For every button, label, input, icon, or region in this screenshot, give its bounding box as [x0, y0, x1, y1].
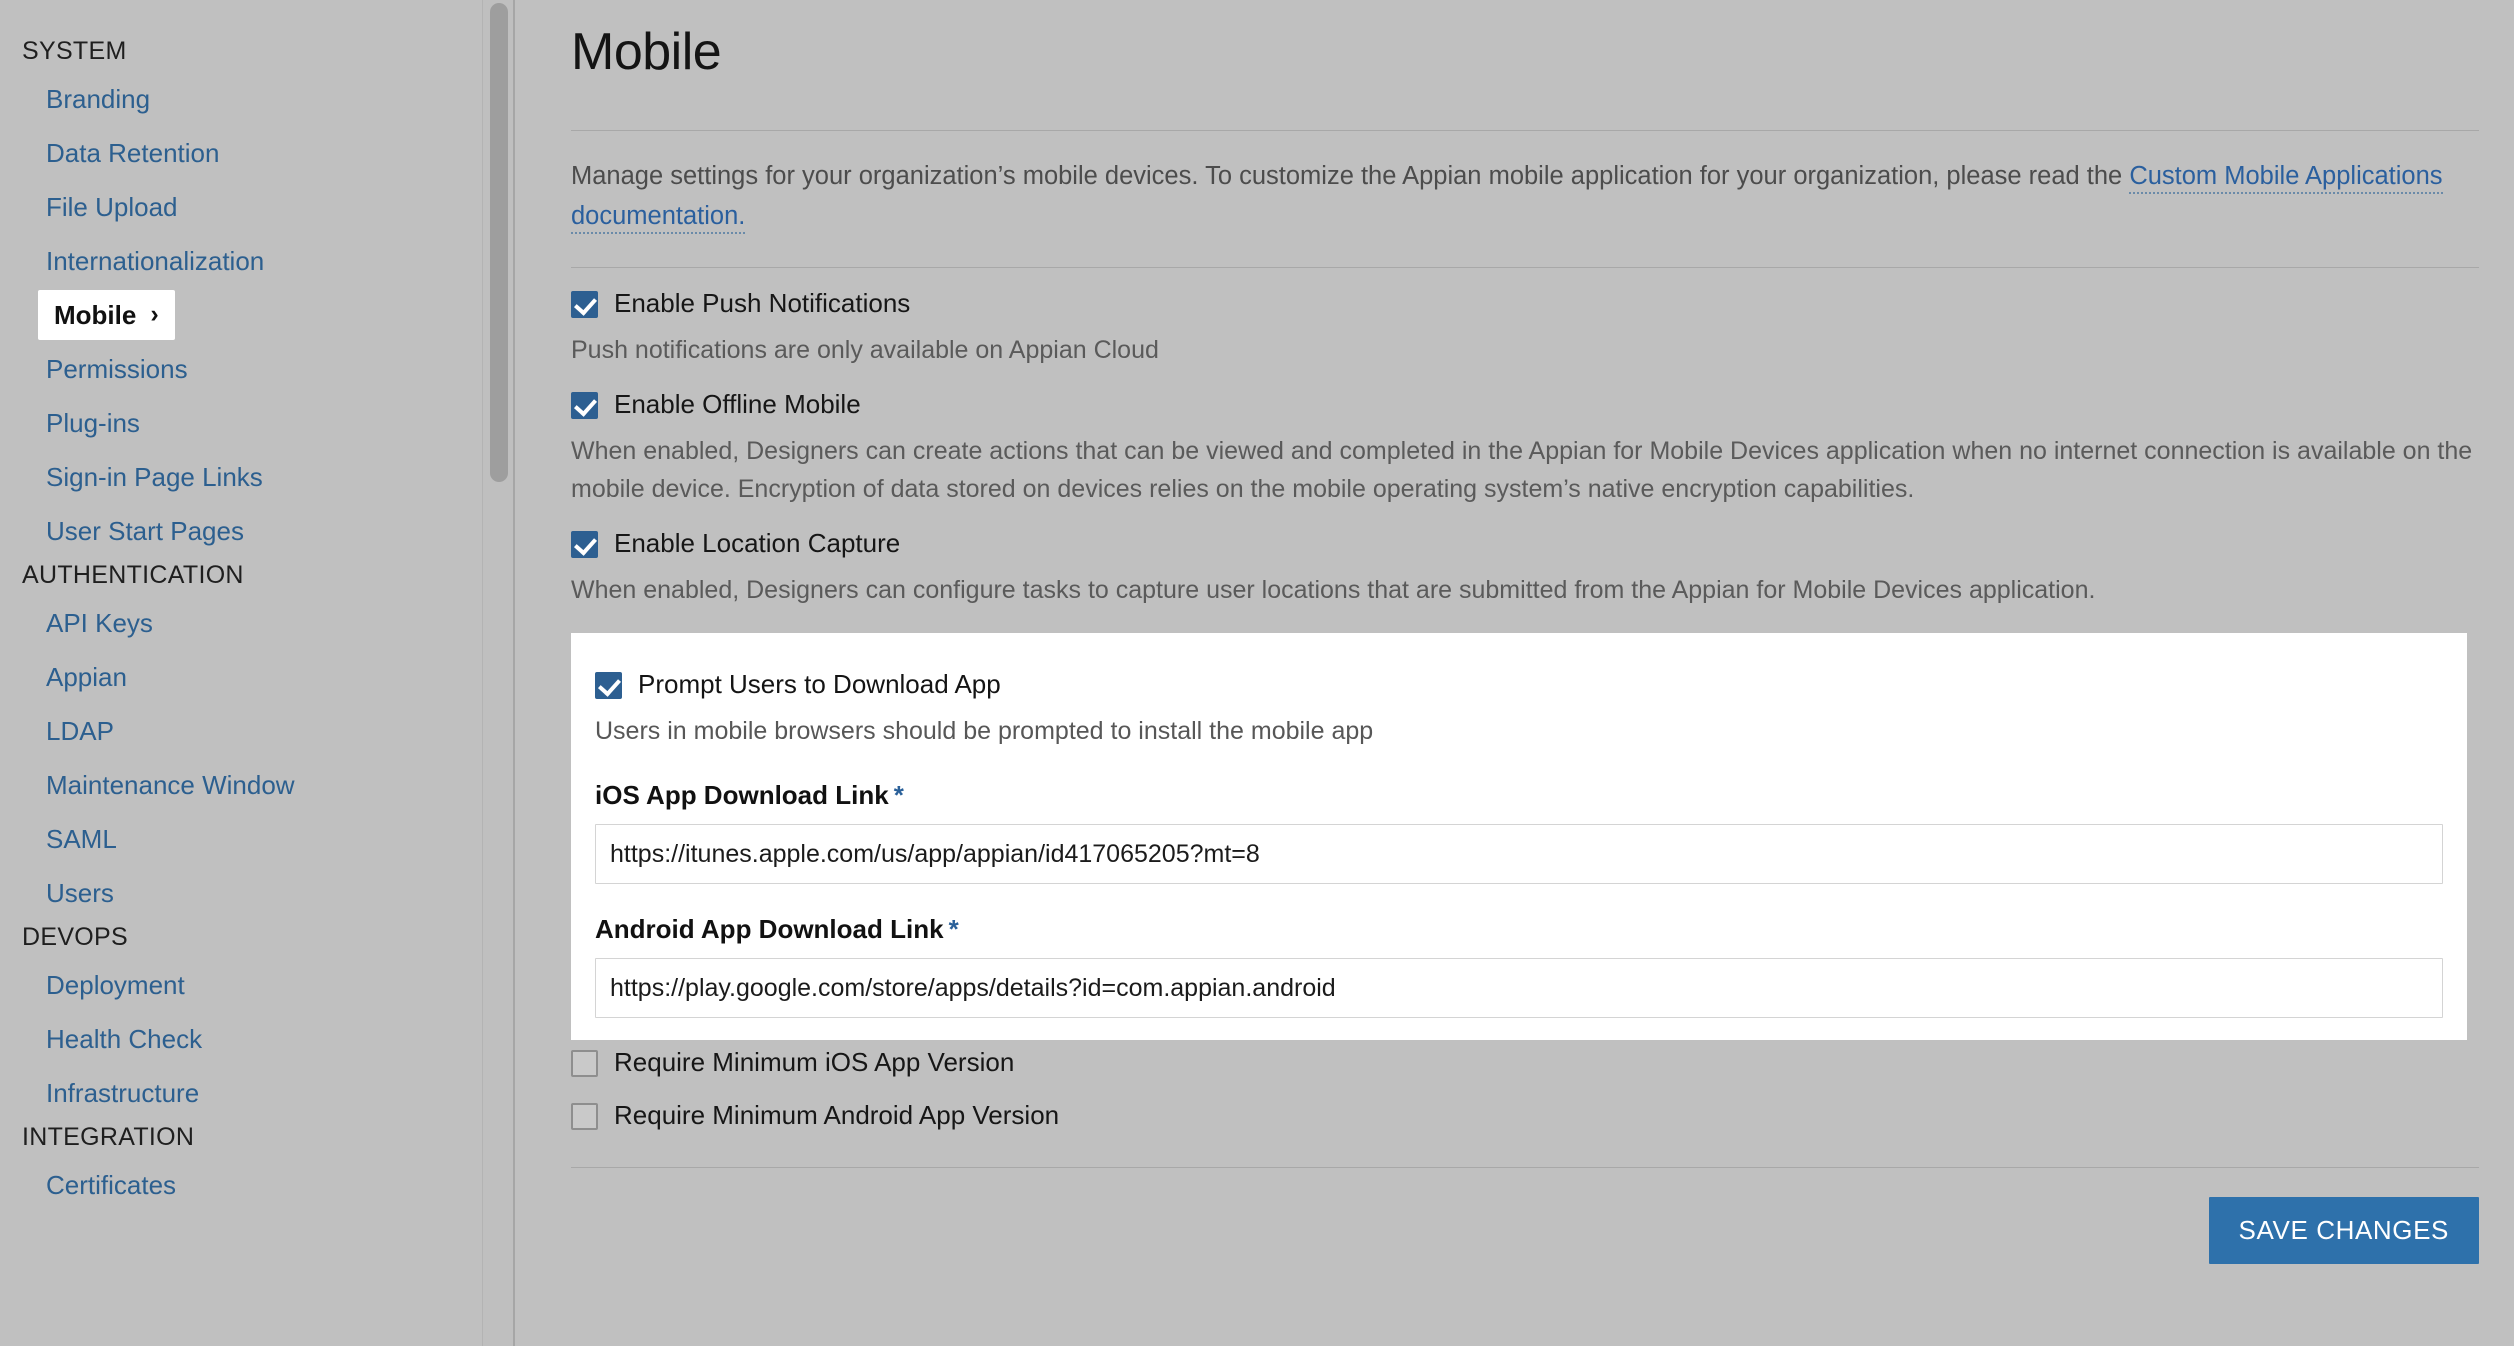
- sidebar-item-sign-in-page-links[interactable]: Sign-in Page Links: [0, 450, 515, 504]
- sidebar-item-file-upload[interactable]: File Upload: [0, 180, 515, 234]
- nav-group-title-system: SYSTEM: [22, 37, 127, 65]
- require-minimum-ios-app-version-label: Require Minimum iOS App Version: [614, 1047, 1015, 1077]
- ios-app-download-link-label-text: iOS App Download Link: [595, 780, 889, 810]
- sidebar-item-certificates[interactable]: Certificates: [0, 1158, 515, 1212]
- chevron-right-icon: ›: [150, 299, 159, 328]
- sidebar-item-appian[interactable]: Appian: [0, 650, 515, 704]
- sidebar-item-label: Mobile: [54, 300, 137, 330]
- android-app-download-link-label-text: Android App Download Link: [595, 914, 944, 944]
- sidebar-scrollbar-thumb[interactable]: [490, 3, 508, 482]
- sidebar-item-branding[interactable]: Branding: [0, 72, 515, 126]
- required-marker-icon: *: [948, 914, 959, 944]
- sidebar-item-user-start-pages[interactable]: User Start Pages: [0, 504, 515, 558]
- sidebar-item-deployment[interactable]: Deployment: [0, 958, 515, 1012]
- checkbox-checked-icon[interactable]: [595, 672, 622, 699]
- require-minimum-ios-app-version-row[interactable]: Require Minimum iOS App Version: [571, 1040, 1014, 1080]
- settings-page: SYSTEM Branding Data Retention File Uplo…: [0, 0, 2514, 1346]
- sidebar-item-infrastructure[interactable]: Infrastructure: [0, 1066, 515, 1120]
- checkbox-unchecked-icon[interactable]: [571, 1050, 598, 1077]
- intro-paragraph: Manage settings for your organization’s …: [571, 131, 2479, 236]
- footer-actions: SAVE CHANGES: [571, 1168, 2479, 1264]
- sidebar-item-ldap[interactable]: LDAP: [0, 704, 515, 758]
- sidebar-item-saml[interactable]: SAML: [0, 812, 515, 866]
- required-marker-icon: *: [893, 780, 904, 810]
- nav-group-title-integration: INTEGRATION: [22, 1123, 195, 1151]
- ios-app-download-link-input[interactable]: [595, 824, 2443, 884]
- enable-location-capture-label: Enable Location Capture: [614, 528, 901, 558]
- main-content: Mobile Manage settings for your organiza…: [515, 0, 2514, 1346]
- enable-push-notifications-row[interactable]: Enable Push Notifications: [571, 268, 910, 321]
- checkbox-checked-icon[interactable]: [571, 392, 598, 419]
- ios-app-download-link-label: iOS App Download Link *: [595, 750, 2443, 812]
- checkbox-checked-icon[interactable]: [571, 531, 598, 558]
- sidebar-item-data-retention[interactable]: Data Retention: [0, 126, 515, 180]
- enable-offline-mobile-help: When enabled, Designers can create actio…: [571, 437, 2473, 503]
- sidebar-item-users[interactable]: Users: [0, 866, 515, 920]
- sidebar-item-mobile[interactable]: Mobile ›: [38, 290, 175, 340]
- sidebar-item-plug-ins[interactable]: Plug-ins: [0, 396, 515, 450]
- nav-group-title-devops: DEVOPS: [22, 923, 128, 951]
- prompt-download-panel: Prompt Users to Download App Users in mo…: [571, 633, 2467, 1040]
- checkbox-checked-icon[interactable]: [571, 291, 598, 318]
- sidebar-item-health-check[interactable]: Health Check: [0, 1012, 515, 1066]
- sidebar-item-permissions[interactable]: Permissions: [0, 342, 515, 396]
- enable-push-notifications-label: Enable Push Notifications: [614, 288, 911, 318]
- enable-push-notifications-help: Push notifications are only available on…: [571, 336, 1159, 364]
- prompt-users-to-download-app-help: Users in mobile browsers should be promp…: [595, 717, 1374, 745]
- require-minimum-android-app-version-label: Require Minimum Android App Version: [614, 1100, 1060, 1130]
- enable-offline-mobile-row[interactable]: Enable Offline Mobile: [571, 369, 861, 422]
- sidebar-scrollbar[interactable]: [482, 0, 515, 1346]
- prompt-users-to-download-app-row[interactable]: Prompt Users to Download App: [595, 649, 1001, 702]
- sidebar-navigation: SYSTEM Branding Data Retention File Uplo…: [0, 0, 515, 1346]
- intro-text: Manage settings for your organization’s …: [571, 162, 2123, 190]
- enable-location-capture-row[interactable]: Enable Location Capture: [571, 508, 900, 561]
- sidebar-item-internationalization[interactable]: Internationalization: [0, 234, 515, 288]
- checkbox-unchecked-icon[interactable]: [571, 1103, 598, 1130]
- sidebar-item-maintenance-window[interactable]: Maintenance Window: [0, 758, 515, 812]
- page-title: Mobile: [571, 23, 722, 81]
- android-app-download-link-label: Android App Download Link *: [595, 884, 2443, 946]
- sidebar-active-wrapper: Mobile ›: [0, 290, 515, 340]
- enable-location-capture-help: When enabled, Designers can configure ta…: [571, 576, 2096, 604]
- nav-group-title-authentication: AUTHENTICATION: [22, 561, 244, 589]
- enable-offline-mobile-label: Enable Offline Mobile: [614, 389, 861, 419]
- prompt-users-to-download-app-label: Prompt Users to Download App: [638, 669, 1001, 699]
- save-changes-button[interactable]: SAVE CHANGES: [2208, 1197, 2479, 1264]
- sidebar-item-api-keys[interactable]: API Keys: [0, 596, 515, 650]
- require-minimum-android-app-version-row[interactable]: Require Minimum Android App Version: [571, 1080, 1059, 1133]
- android-app-download-link-input[interactable]: [595, 958, 2443, 1018]
